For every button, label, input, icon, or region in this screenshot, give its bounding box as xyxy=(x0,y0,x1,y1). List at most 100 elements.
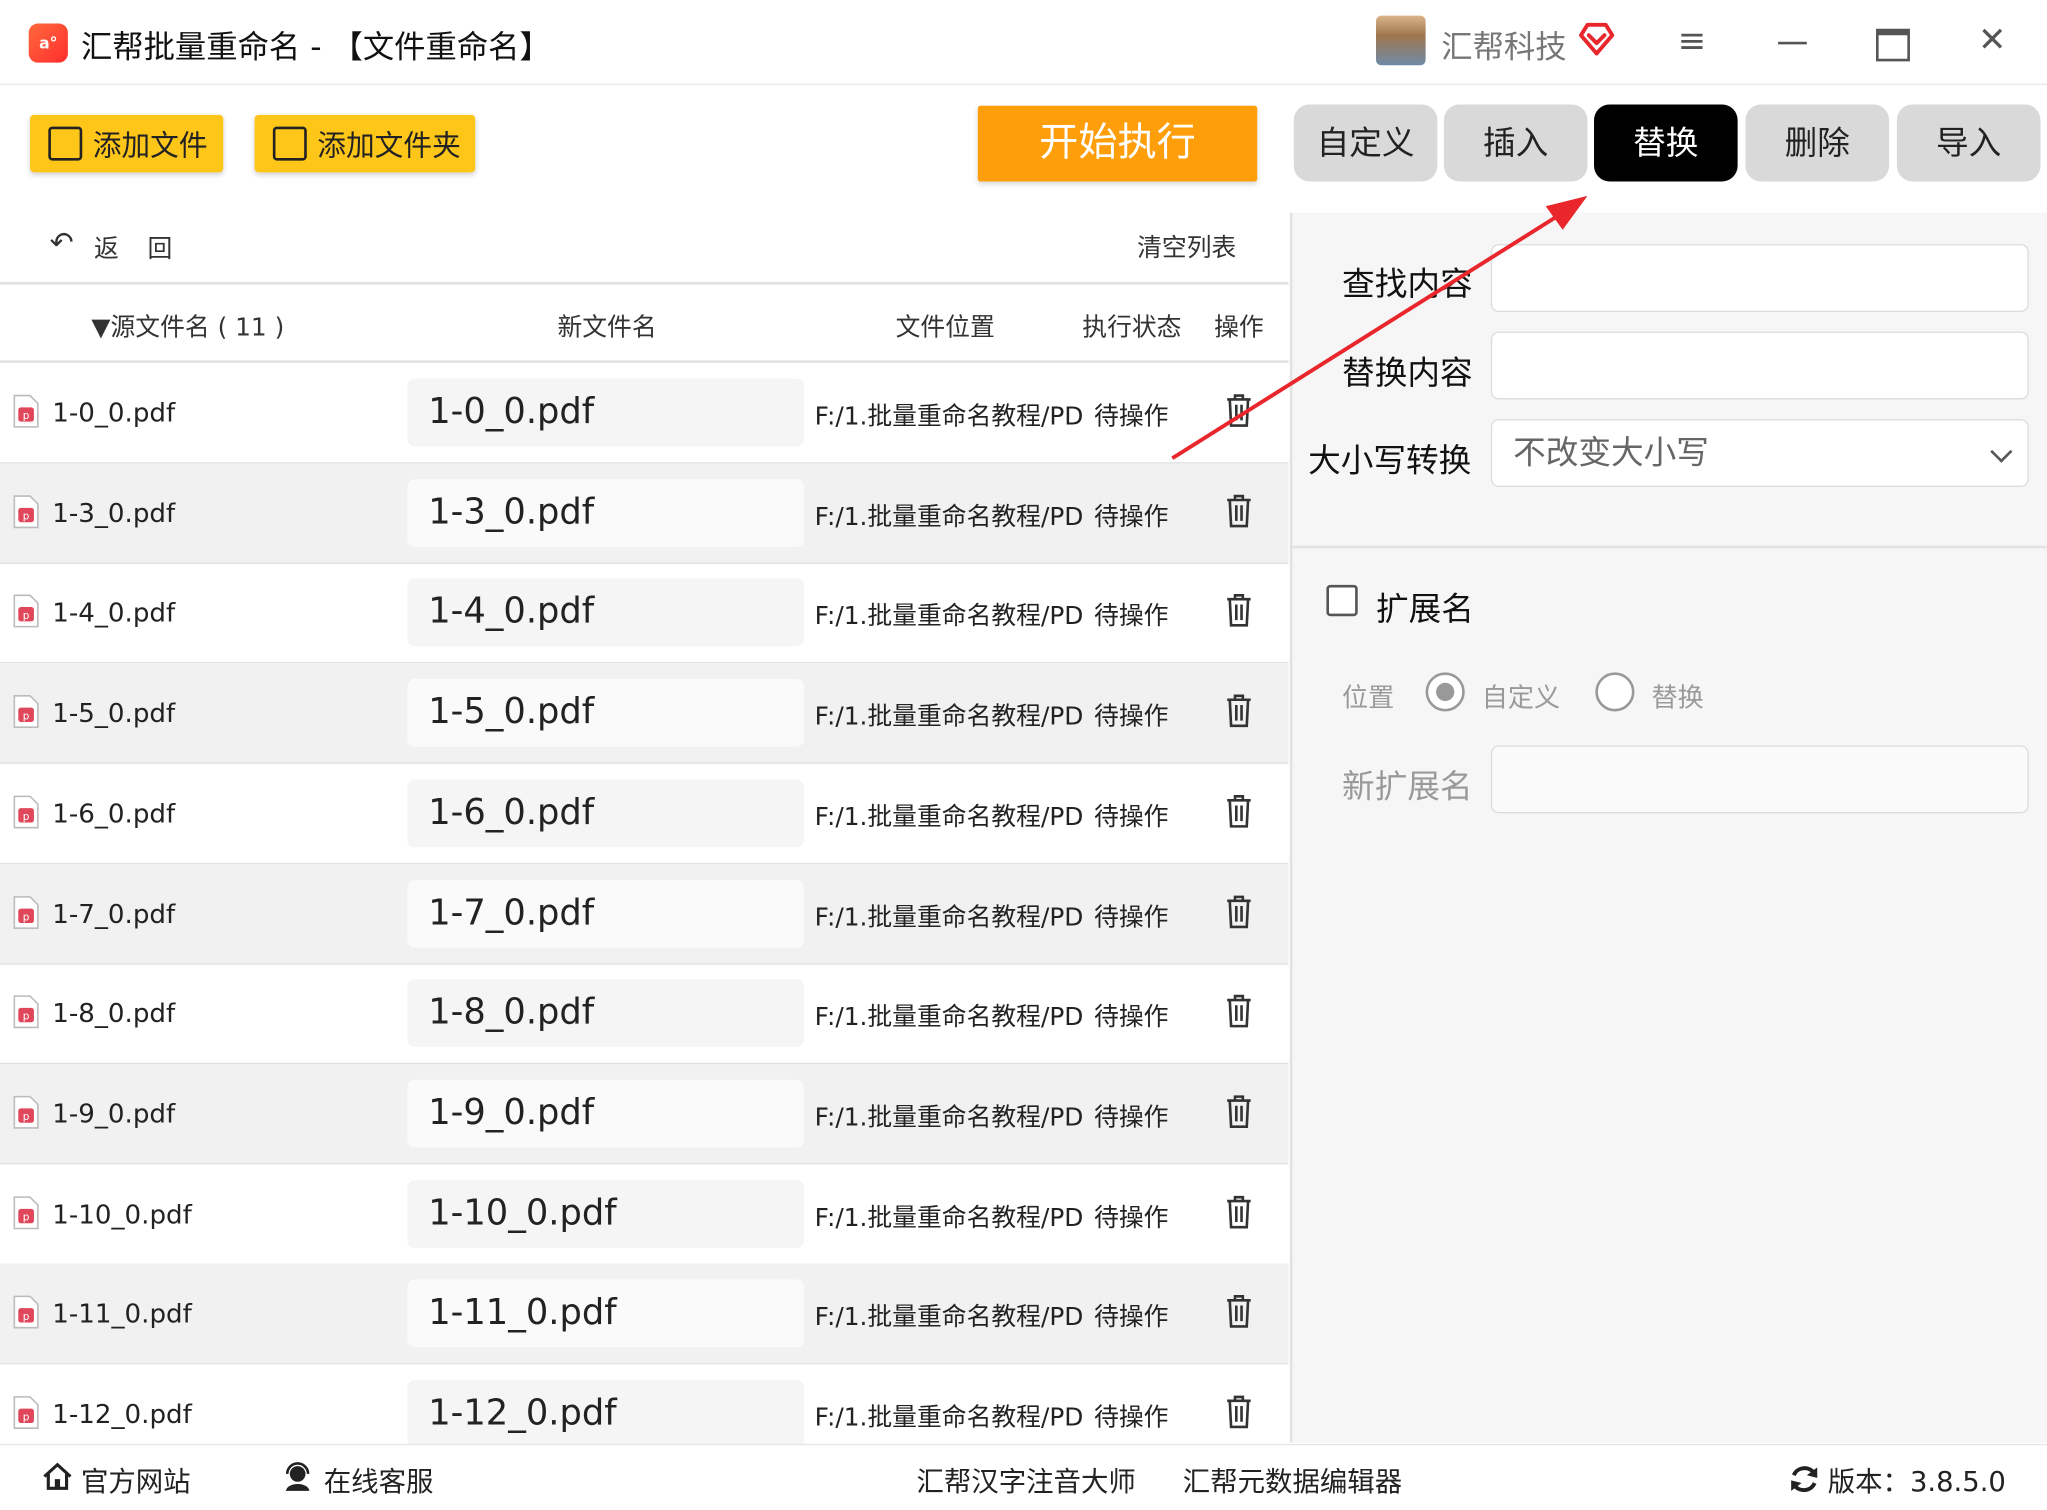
source-filename: 1-8_0.pdf xyxy=(52,997,176,1029)
new-filename-field[interactable]: 1-7_0.pdf xyxy=(407,879,805,948)
app-logo: a° xyxy=(28,23,68,63)
extension-checkbox[interactable] xyxy=(1326,584,1358,617)
file-location: F:/1.批量重命名教程/PD xyxy=(814,802,1084,832)
table-row[interactable]: p 1-5_0.pdf 1-5_0.pdf F:/1.批量重命名教程/PD 待操作 xyxy=(0,663,1289,764)
trash-icon[interactable] xyxy=(1225,592,1254,629)
tab-replace[interactable]: 替换 xyxy=(1594,104,1738,182)
add-folder-button[interactable]: 添加文件夹 xyxy=(254,114,476,173)
new-filename-field[interactable]: 1-0_0.pdf xyxy=(407,378,805,447)
support-agent-icon xyxy=(285,1462,310,1491)
table-row[interactable]: p 1-3_0.pdf 1-3_0.pdf F:/1.批量重命名教程/PD 待操作 xyxy=(0,463,1289,564)
radio-custom-label[interactable]: 自定义 xyxy=(1482,676,1560,714)
table-row[interactable]: p 1-10_0.pdf 1-10_0.pdf F:/1.批量重命名教程/PD 待操作 xyxy=(0,1164,1289,1265)
status-text: 待操作 xyxy=(1094,1203,1169,1232)
radio-replace[interactable] xyxy=(1595,672,1635,712)
replace-input[interactable] xyxy=(1490,331,2029,400)
tab-delete[interactable]: 删除 xyxy=(1745,104,1890,182)
pinyin-app-link[interactable]: 汇帮汉字注音大师 xyxy=(916,1461,1135,1500)
status-text: 待操作 xyxy=(1094,802,1169,832)
new-filename-field[interactable]: 1-3_0.pdf xyxy=(407,478,805,547)
svg-text:p: p xyxy=(23,911,30,923)
table-row[interactable]: p 1-6_0.pdf 1-6_0.pdf F:/1.批量重命名教程/PD 待操作 xyxy=(0,763,1289,864)
case-select[interactable]: 不改变大小写 xyxy=(1490,419,2029,487)
pdf-file-icon: p xyxy=(13,795,39,829)
trash-icon[interactable] xyxy=(1225,1293,1254,1330)
table-row[interactable]: p 1-8_0.pdf 1-8_0.pdf F:/1.批量重命名教程/PD 待操作 xyxy=(0,964,1289,1065)
tab-import[interactable]: 导入 xyxy=(1896,104,2041,182)
file-location: F:/1.批量重命名教程/PD xyxy=(814,602,1084,632)
column-new-name: 新文件名 xyxy=(557,313,657,343)
tab-custom[interactable]: 自定义 xyxy=(1293,104,1438,182)
extension-label[interactable]: 扩展名 xyxy=(1376,584,1474,631)
trash-icon[interactable] xyxy=(1225,492,1254,529)
table-header: ▼源文件名 ( 11 ) 新文件名 文件位置 执行状态 操作 xyxy=(0,285,1289,363)
new-filename-field[interactable]: 1-10_0.pdf xyxy=(407,1179,805,1248)
table-row[interactable]: p 1-7_0.pdf 1-7_0.pdf F:/1.批量重命名教程/PD 待操作 xyxy=(0,863,1289,965)
radio-custom[interactable] xyxy=(1425,672,1465,712)
replace-panel: 查找内容 替换内容 大小写转换 不改变大小写 扩展名 位置 自定义 替换 新扩展… xyxy=(1289,212,2047,1443)
new-filename-field[interactable]: 1-5_0.pdf xyxy=(407,678,805,747)
vip-heart-icon[interactable] xyxy=(1577,18,1616,57)
support-link[interactable]: 在线客服 xyxy=(324,1461,434,1500)
tab-insert[interactable]: 插入 xyxy=(1443,104,1588,182)
new-filename-field[interactable]: 1-8_0.pdf xyxy=(407,979,805,1048)
source-filename: 1-6_0.pdf xyxy=(52,797,176,829)
refresh-icon[interactable] xyxy=(1789,1463,1820,1494)
file-location: F:/1.批量重命名教程/PD xyxy=(814,702,1084,732)
user-name[interactable]: 汇帮科技 xyxy=(1441,21,1566,67)
file-location: F:/1.批量重命名教程/PD xyxy=(814,902,1084,932)
trash-icon[interactable] xyxy=(1225,1093,1254,1130)
start-button[interactable]: 开始执行 xyxy=(977,105,1258,182)
table-row[interactable]: p 1-9_0.pdf 1-9_0.pdf F:/1.批量重命名教程/PD 待操作 xyxy=(0,1063,1289,1165)
radio-replace-label[interactable]: 替换 xyxy=(1651,676,1703,714)
source-filename: 1-5_0.pdf xyxy=(52,697,176,729)
pdf-file-icon: p xyxy=(13,595,39,628)
trash-icon[interactable] xyxy=(1225,892,1254,929)
version-label: 版本：3.8.5.0 xyxy=(1827,1466,2006,1498)
add-file-button[interactable]: 添加文件 xyxy=(30,114,224,173)
website-link[interactable]: 官方网站 xyxy=(81,1461,191,1500)
trash-icon[interactable] xyxy=(1225,992,1254,1029)
title-bar: a° 汇帮批量重命名 - 【文件重命名】 汇帮科技 ≡ ✕ xyxy=(0,0,2047,85)
column-action: 操作 xyxy=(1214,313,1264,343)
file-location: F:/1.批量重命名教程/PD xyxy=(814,1203,1084,1232)
new-filename-field[interactable]: 1-9_0.pdf xyxy=(407,1079,805,1148)
column-source[interactable]: ▼源文件名 ( 11 ) xyxy=(91,308,284,343)
new-filename-field[interactable]: 1-4_0.pdf xyxy=(407,578,805,647)
clear-list-button[interactable]: 清空列表 xyxy=(1137,228,1236,263)
pdf-file-icon: p xyxy=(13,394,39,428)
pdf-file-icon: p xyxy=(13,895,39,929)
source-filename: 1-4_0.pdf xyxy=(52,597,176,629)
trash-icon[interactable] xyxy=(1225,692,1254,729)
trash-icon[interactable] xyxy=(1225,1393,1254,1430)
source-filename: 1-12_0.pdf xyxy=(52,1398,192,1430)
svg-text:p: p xyxy=(23,610,30,622)
file-location: F:/1.批量重命名教程/PD xyxy=(814,1103,1084,1132)
table-row[interactable]: p 1-4_0.pdf 1-4_0.pdf F:/1.批量重命名教程/PD 待操作 xyxy=(0,563,1289,664)
new-filename-field[interactable]: 1-11_0.pdf xyxy=(407,1279,805,1348)
metadata-app-link[interactable]: 汇帮元数据编辑器 xyxy=(1183,1461,1402,1500)
source-filename: 1-0_0.pdf xyxy=(52,396,176,429)
back-icon[interactable]: ↶ xyxy=(50,229,81,259)
file-location: F:/1.批量重命名教程/PD xyxy=(814,1403,1084,1433)
trash-icon[interactable] xyxy=(1225,392,1254,429)
maximize-icon[interactable] xyxy=(1876,28,1910,62)
pdf-file-icon: p xyxy=(13,494,39,528)
new-extension-input[interactable] xyxy=(1490,745,2029,814)
close-icon[interactable]: ✕ xyxy=(1974,21,2011,60)
source-filename: 1-9_0.pdf xyxy=(52,1097,176,1130)
new-filename-field[interactable]: 1-12_0.pdf xyxy=(407,1379,805,1448)
home-icon xyxy=(43,1462,72,1490)
list-toolbar: ↶ 返回 清空列表 xyxy=(0,211,1289,285)
find-input[interactable] xyxy=(1490,244,2029,313)
avatar[interactable] xyxy=(1375,15,1426,66)
table-row[interactable]: p 1-11_0.pdf 1-11_0.pdf F:/1.批量重命名教程/PD 待操作 xyxy=(0,1264,1289,1365)
trash-icon[interactable] xyxy=(1225,792,1254,829)
minimize-icon[interactable] xyxy=(1775,26,1809,57)
status-text: 待操作 xyxy=(1094,602,1169,632)
menu-icon[interactable]: ≡ xyxy=(1674,25,1711,59)
table-row[interactable]: p 1-0_0.pdf 1-0_0.pdf F:/1.批量重命名教程/PD 待操作 xyxy=(0,363,1289,464)
trash-icon[interactable] xyxy=(1225,1193,1254,1230)
new-filename-field[interactable]: 1-6_0.pdf xyxy=(407,779,805,848)
back-button[interactable]: 返回 xyxy=(94,230,201,265)
